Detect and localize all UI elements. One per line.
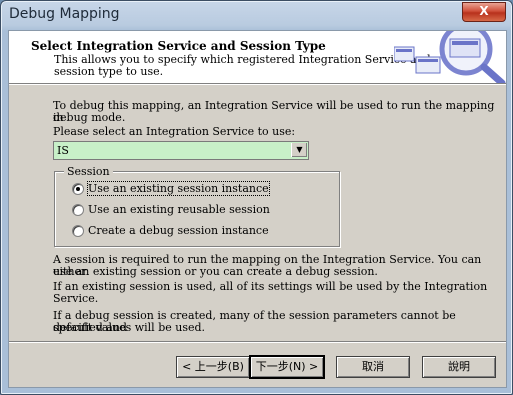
- radio-label: Use an existing reusable session: [88, 203, 270, 216]
- help-button[interactable]: 說明: [422, 356, 496, 378]
- header-divider: [9, 84, 506, 85]
- radio-create-debug-session[interactable]: Create a debug session instance: [72, 223, 269, 239]
- integration-service-select[interactable]: IS ▼: [53, 141, 309, 160]
- title-bar[interactable]: Debug Mapping X: [1, 1, 512, 29]
- session-group-label: Session: [64, 165, 113, 178]
- radio-label: Create a debug session instance: [88, 224, 269, 237]
- integration-service-value: IS: [57, 144, 69, 157]
- window-title: Debug Mapping: [9, 6, 120, 22]
- note-debug-session-2: default values will be used.: [53, 321, 206, 334]
- radio-button-selected[interactable]: [72, 183, 84, 195]
- button-separator: [9, 341, 506, 343]
- back-button[interactable]: < 上一步(B): [176, 356, 250, 378]
- radio-label: Use an existing session instance: [87, 181, 270, 196]
- radio-existing-reusable-session[interactable]: Use an existing reusable session: [72, 202, 270, 218]
- note-session-required-2: use an existing session or you can creat…: [53, 265, 378, 278]
- dialog-client-area: Select Integration Service and Session T…: [8, 30, 507, 388]
- radio-button[interactable]: [72, 204, 84, 216]
- radio-button[interactable]: [72, 225, 84, 237]
- next-button[interactable]: 下一步(N) >: [249, 355, 325, 379]
- debug-magnifier-icon: [394, 31, 506, 83]
- dropdown-arrow-icon[interactable]: ▼: [291, 143, 307, 157]
- debug-mapping-window: Debug Mapping X Select Integration Servi…: [0, 0, 513, 395]
- cancel-button[interactable]: 取消: [336, 356, 410, 378]
- header-description: This allows you to specify which registe…: [54, 53, 431, 78]
- radio-existing-session-instance[interactable]: Use an existing session instance: [72, 181, 270, 197]
- wizard-header: Select Integration Service and Session T…: [9, 31, 506, 84]
- intro-line-2: debug mode.: [53, 111, 126, 124]
- note-existing-session: If an existing session is used, all of i…: [53, 280, 488, 305]
- service-select-prompt: Please select an Integration Service to …: [53, 125, 296, 138]
- close-button[interactable]: X: [462, 2, 506, 22]
- header-title: Select Integration Service and Session T…: [31, 39, 326, 53]
